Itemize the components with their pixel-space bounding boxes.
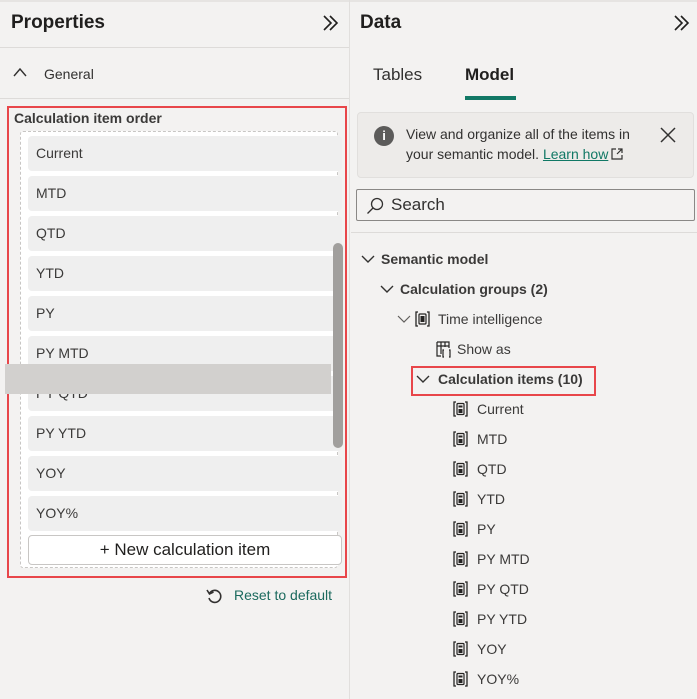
tree-node-calculation-groups[interactable]: Calculation groups (2) <box>356 274 656 304</box>
active-tab-indicator <box>465 96 516 100</box>
reset-label: Reset to default <box>234 587 333 603</box>
order-item[interactable]: Current <box>28 136 342 171</box>
tree-node-label: Current <box>477 401 524 417</box>
order-item-label: PY YTD <box>36 425 87 441</box>
info-bar: i View and organize all of the items in … <box>357 112 694 178</box>
tree-node-label: YTD <box>477 491 505 507</box>
order-item[interactable]: PY <box>28 296 342 331</box>
close-icon[interactable] <box>658 125 678 145</box>
order-item[interactable]: QTD <box>28 216 342 251</box>
tree-node-calculation-item[interactable]: QTD <box>356 454 656 484</box>
order-item-label: PY MTD <box>36 345 89 361</box>
search-box[interactable] <box>356 189 695 221</box>
data-title: Data <box>360 12 402 33</box>
tree-node-label: Semantic model <box>381 251 489 267</box>
tree-node-label: Calculation groups (2) <box>400 281 548 297</box>
order-item-label: QTD <box>36 225 66 241</box>
tree-node-calculation-item[interactable]: YTD <box>356 484 656 514</box>
selected-row-background <box>5 364 331 394</box>
calculation-item-icon <box>453 671 468 687</box>
order-item-label: YTD <box>36 265 64 281</box>
double-chevron-right-icon <box>323 15 339 31</box>
tab-tables[interactable]: Tables <box>373 65 422 85</box>
double-chevron-right-icon <box>674 15 690 31</box>
tree-node-label: YOY% <box>477 671 520 687</box>
properties-title: Properties <box>11 12 105 33</box>
chevron-up-icon <box>13 67 27 77</box>
calculation-item-icon <box>453 521 468 537</box>
order-item[interactable]: YOY <box>28 456 342 491</box>
divider <box>351 232 697 233</box>
general-section-label: General <box>44 66 94 82</box>
tree-node-label: Show as <box>457 341 511 357</box>
tree-node-label: PY YTD <box>477 611 528 627</box>
calculation-group-icon <box>415 311 430 327</box>
order-item[interactable]: PY YTD <box>28 416 342 451</box>
chevron-down-icon <box>397 315 411 323</box>
calculation-item-order-section: Calculation item order Current MTD QTD Y… <box>7 106 347 578</box>
order-item-label: YOY% <box>36 505 79 521</box>
tree-node-calculation-item[interactable]: YOY <box>356 634 656 664</box>
tree-node-calculation-item[interactable]: Current <box>356 394 656 424</box>
tree-node-time-intelligence[interactable]: Time intelligence <box>356 304 656 334</box>
search-icon <box>367 197 384 214</box>
order-item-label: YOY <box>36 465 66 481</box>
scrollbar-thumb[interactable] <box>333 243 343 448</box>
tab-model[interactable]: Model <box>465 65 514 85</box>
general-section-toggle[interactable]: General <box>0 50 349 98</box>
tree-node-semantic-model[interactable]: Semantic model <box>356 244 656 274</box>
order-item-label: PY <box>36 305 55 321</box>
order-item-label: Current <box>36 145 83 161</box>
tree-node-label: PY MTD <box>477 551 530 567</box>
search-input[interactable] <box>391 193 681 217</box>
divider <box>0 98 349 99</box>
tree-node-show-as[interactable]: Show as <box>356 334 656 364</box>
calculation-item-order-list: Current MTD QTD YTD PY PY MTD PY QTD PY … <box>20 131 342 568</box>
chevron-down-icon <box>380 285 394 293</box>
external-link-icon <box>611 148 623 160</box>
calculation-item-icon <box>453 461 468 477</box>
highlight-annotation-box <box>411 366 596 396</box>
collapse-data-button[interactable] <box>671 12 691 34</box>
tree-node-label: Time intelligence <box>438 311 543 327</box>
tree-node-label: PY <box>477 521 496 537</box>
chevron-down-icon <box>361 255 375 263</box>
calculation-item-order-title: Calculation item order <box>14 110 162 126</box>
tree-node-calculation-item[interactable]: PY <box>356 514 656 544</box>
order-item[interactable]: MTD <box>28 176 342 211</box>
calculation-item-icon <box>453 611 468 627</box>
tree-node-label: YOY <box>477 641 507 657</box>
tree-node-calculation-item[interactable]: YOY% <box>356 664 656 694</box>
new-calculation-item-button[interactable]: + New calculation item <box>28 535 342 565</box>
tree-node-calculation-item[interactable]: PY QTD <box>356 574 656 604</box>
calculation-item-icon <box>453 581 468 597</box>
reset-icon <box>206 589 222 604</box>
tree-node-label: PY QTD <box>477 581 529 597</box>
calculation-item-icon <box>453 431 468 447</box>
calculation-item-icon <box>453 551 468 567</box>
tree-node-calculation-item[interactable]: PY YTD <box>356 604 656 634</box>
order-item[interactable]: YTD <box>28 256 342 291</box>
info-icon: i <box>374 126 394 146</box>
tree-node-label: MTD <box>477 431 508 447</box>
calculation-column-icon <box>436 341 451 358</box>
properties-pane: Properties General Calculation item orde… <box>0 0 350 699</box>
order-item[interactable]: YOY% <box>28 496 342 531</box>
order-item-label: MTD <box>36 185 67 201</box>
info-text: View and organize all of the items in yo… <box>406 124 656 164</box>
learn-how-link[interactable]: Learn how <box>543 146 608 162</box>
calculation-item-icon <box>453 401 468 417</box>
collapse-properties-button[interactable] <box>320 12 340 34</box>
calculation-item-icon <box>453 491 468 507</box>
tree-node-calculation-item[interactable]: MTD <box>356 424 656 454</box>
calculation-item-icon <box>453 641 468 657</box>
divider <box>0 47 349 48</box>
tree-node-calculation-item[interactable]: PY MTD <box>356 544 656 574</box>
tree-node-label: QTD <box>477 461 507 477</box>
